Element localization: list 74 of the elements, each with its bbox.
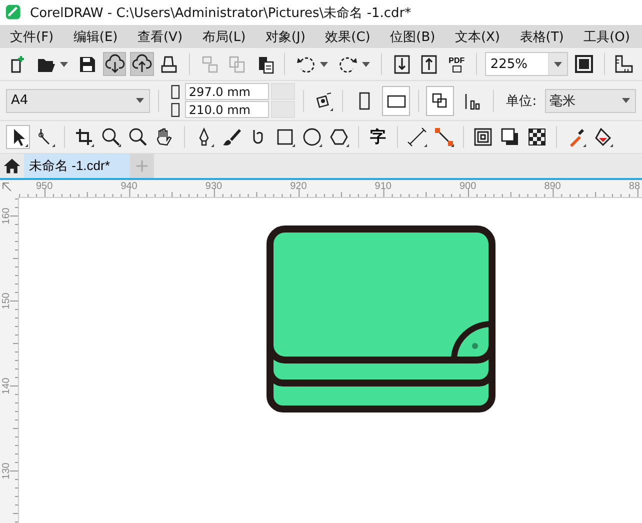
caret-icon[interactable] — [622, 98, 630, 103]
zoom-field[interactable]: 225% — [485, 52, 568, 76]
menu-item[interactable]: 编辑(E) — [73, 28, 118, 46]
landscape-button[interactable] — [382, 86, 410, 116]
ruler-number: 160 — [1, 208, 12, 224]
ruler-number: 150 — [1, 292, 12, 310]
ruler-number: 140 — [1, 378, 12, 394]
contour-icon — [473, 127, 493, 147]
import-icon — [392, 54, 412, 74]
ruler-corner-icon — [0, 180, 14, 194]
ruler-number: 920 — [290, 181, 307, 192]
window-title: CorelDRAW - C:\Users\Administrator\Pictures\未命名 -1.cdr* — [30, 4, 412, 22]
document-icon — [452, 64, 462, 72]
menu-item[interactable]: 工具(O) — [584, 28, 630, 46]
caret-icon[interactable] — [362, 62, 370, 66]
export-icon — [419, 54, 440, 74]
app-logo-icon — [5, 4, 23, 22]
brush-icon — [221, 127, 241, 147]
menu-item[interactable]: 查看(V) — [137, 28, 183, 46]
ruler-number: 890 — [544, 181, 561, 192]
page-size-field[interactable]: A4 — [6, 88, 150, 112]
ruler-number: 930 — [205, 181, 222, 192]
menu-item[interactable]: 表格(T) — [520, 28, 564, 46]
zoom-icon — [101, 127, 121, 147]
document-tab[interactable]: 未命名 -1.cdr* — [24, 154, 130, 178]
copy-icon — [227, 54, 248, 74]
ruler-number: 88 — [628, 181, 640, 192]
fit-page-icon — [574, 54, 594, 74]
all-pages-button[interactable] — [426, 86, 454, 116]
caret-icon[interactable] — [554, 62, 562, 66]
print-icon — [159, 54, 180, 74]
caret-icon[interactable] — [136, 98, 144, 103]
height-field[interactable]: 210.0 mm — [184, 101, 269, 118]
connector-tool[interactable] — [432, 125, 456, 149]
shadow-icon — [500, 127, 520, 147]
units-label: 单位: — [506, 92, 537, 110]
upload-button[interactable] — [130, 52, 154, 76]
ruler-number: 950 — [36, 181, 53, 192]
caret-icon[interactable] — [320, 62, 328, 66]
menu-item[interactable]: 文件(F) — [10, 28, 54, 46]
upload-icon — [132, 54, 152, 74]
width-field[interactable]: 297.0 mm — [184, 83, 269, 100]
ruler-icon — [614, 54, 634, 74]
crop-icon — [74, 127, 94, 147]
transparency-icon — [527, 127, 547, 147]
rect-icon — [275, 127, 295, 147]
polygon-icon — [329, 127, 349, 147]
ruler-number: 940 — [120, 181, 138, 192]
connector-icon — [434, 127, 454, 147]
download-icon — [104, 54, 125, 74]
pick-tool[interactable] — [6, 125, 30, 149]
menu-item[interactable]: 文本(X) — [454, 28, 500, 46]
dimension-icon — [407, 127, 427, 147]
menu-item[interactable]: 对象(J) — [265, 28, 306, 46]
menu-item[interactable]: 位图(B) — [390, 28, 436, 46]
dimension-tool[interactable] — [405, 125, 429, 149]
pan-icon — [155, 127, 175, 147]
units-field[interactable]: 毫米 — [544, 88, 636, 112]
fill-icon — [593, 127, 613, 147]
publish-pdf-button[interactable]: PDF — [444, 52, 468, 76]
add-tab-icon — [134, 158, 150, 174]
caret-icon[interactable] — [60, 62, 68, 66]
ellipse-icon — [302, 127, 322, 147]
ruler-number: 900 — [460, 181, 476, 192]
menu-item[interactable]: 布局(L) — [202, 28, 246, 46]
fit-button[interactable] — [572, 52, 596, 76]
download-button[interactable] — [102, 52, 126, 76]
text-tool[interactable]: 字 — [366, 125, 390, 149]
save-icon — [77, 54, 98, 74]
home-icon — [3, 157, 21, 175]
zoom2-icon — [128, 127, 148, 147]
ruler-number: 130 — [1, 462, 12, 480]
ruler-number: 910 — [374, 181, 392, 192]
menu-item[interactable]: 效果(C) — [325, 28, 370, 46]
